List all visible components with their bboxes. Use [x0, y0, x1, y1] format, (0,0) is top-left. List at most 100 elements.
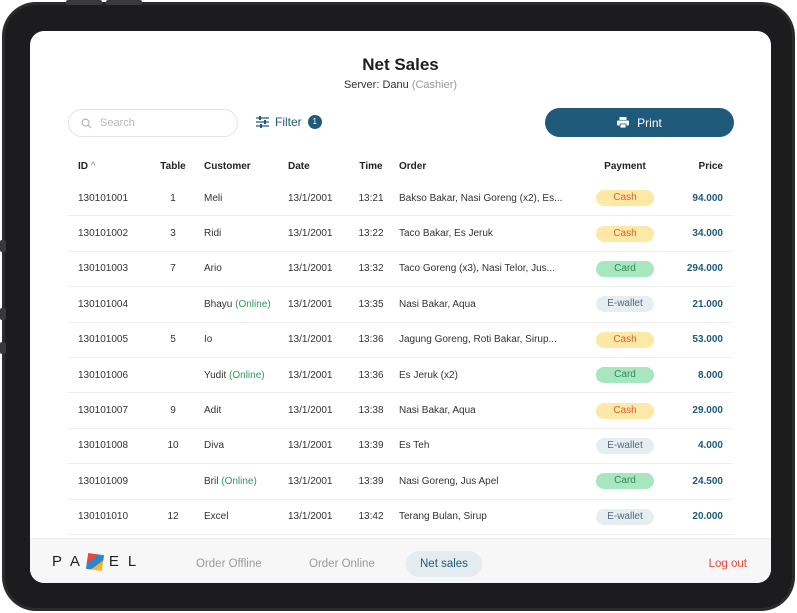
table-row[interactable]: 130101008 10 Diva 13/1/2001 13:39 Es Teh E-wa…	[68, 429, 733, 465]
tablet-side-button	[0, 308, 6, 320]
customer-name: Ridi	[204, 228, 222, 240]
customer-name: Io	[204, 334, 213, 346]
table-row[interactable]: 130101001 1 Meli 13/1/2001 13:21 Bakso Bakar…	[68, 181, 733, 217]
server-role: (Cashier)	[411, 79, 458, 91]
customer-name: Diva	[204, 440, 225, 452]
cell-customer: Excel	[196, 511, 288, 522]
table-row[interactable]: 130101006 Yudit (Online) 13/1/2001 13:36 Es …	[68, 358, 733, 394]
cell-payment: Card	[581, 367, 669, 384]
cell-price: 20.000	[692, 511, 723, 523]
cell-table: 5	[170, 334, 176, 346]
print-label: Print	[637, 115, 662, 130]
search-icon	[81, 118, 92, 129]
payment-badge: Cash	[596, 331, 654, 348]
bottom-nav-bar: PA EL Order Offline Order Online Net sal…	[30, 538, 771, 583]
logo-text-left: PA	[52, 553, 89, 570]
table-row[interactable]: 130101005 5 Io 13/1/2001 13:36 Jagung Goreng…	[68, 323, 733, 358]
table-body: 130101001 1 Meli 13/1/2001 13:21 Bakso Bakar…	[68, 181, 733, 535]
cell-table: 1	[170, 192, 176, 204]
cell-date: 13/1/2001	[288, 263, 333, 275]
customer-name: Bhayu	[204, 298, 233, 310]
cell-customer: Io	[196, 334, 288, 345]
tablet-side-button	[0, 240, 6, 252]
cell-table: 3	[170, 228, 176, 240]
print-button[interactable]: Print	[545, 108, 734, 137]
cell-date: 13/1/2001	[288, 192, 333, 204]
cell-price: 53.000	[692, 334, 723, 346]
cell-id: 130101001	[78, 192, 129, 204]
cell-price: 34.000	[692, 228, 723, 240]
filter-button[interactable]: Filter 1	[256, 115, 322, 129]
customer-name: Adit	[204, 405, 222, 417]
table-row[interactable]: 130101010 12 Excel 13/1/2001 13:42 Terang Bu…	[68, 500, 733, 535]
cell-payment: E-wallet	[581, 296, 669, 313]
cell-id: 130101010	[78, 511, 129, 523]
payment-badge: Cash	[596, 402, 654, 419]
online-tag: (Online)	[235, 298, 271, 310]
customer-name: Bril	[204, 475, 219, 487]
cell-table: 7	[170, 263, 176, 275]
cell-date: 13/1/2001	[288, 440, 333, 452]
cell-payment: Cash	[581, 225, 669, 242]
cell-price: 24.500	[692, 475, 723, 487]
cell-price: 294.000	[686, 263, 723, 275]
column-header-time: Time	[359, 160, 383, 172]
table-row[interactable]: 130101004 Bhayu (Online) 13/1/2001 13:35 Nas…	[68, 287, 733, 323]
payment-badge: Cash	[596, 225, 654, 242]
cell-order: Es Teh	[399, 440, 430, 452]
online-tag: (Online)	[221, 475, 257, 487]
cell-time: 13:36	[358, 369, 384, 381]
payment-badge: Cash	[596, 190, 654, 207]
nav-order-offline[interactable]: Order Offline	[182, 551, 276, 577]
cell-payment: E-wallet	[581, 508, 669, 525]
cell-time: 13:39	[358, 440, 384, 452]
search-input[interactable]	[98, 116, 232, 130]
nav-net-sales[interactable]: Net sales	[406, 551, 482, 577]
cell-payment: Card	[581, 473, 669, 490]
tablet-top-button	[66, 0, 102, 5]
search-box[interactable]	[68, 109, 238, 137]
column-header-id[interactable]: ID ^	[68, 161, 150, 172]
cell-time: 13:38	[358, 405, 384, 417]
table-row[interactable]: 130101002 3 Ridi 13/1/2001 13:22 Taco Bakar,…	[68, 216, 733, 252]
cell-id: 130101004	[78, 298, 129, 310]
cell-customer: Yudit (Online)	[196, 370, 288, 381]
filter-count-badge: 1	[307, 115, 322, 129]
cell-price: 21.000	[692, 298, 723, 310]
sliders-icon	[256, 116, 269, 128]
app-screen: Net Sales Server: Danu (Cashier) Filter …	[30, 31, 771, 583]
cell-time: 13:21	[358, 192, 384, 204]
cell-customer: Ario	[196, 263, 288, 274]
cell-time: 13:32	[358, 263, 384, 275]
cell-order: Es Jeruk (x2)	[399, 369, 458, 381]
cell-payment: Cash	[581, 190, 669, 207]
cell-id: 130101005	[78, 334, 129, 346]
table-row[interactable]: 130101003 7 Ario 13/1/2001 13:32 Taco Goreng…	[68, 252, 733, 288]
cell-date: 13/1/2001	[288, 228, 333, 240]
online-tag: (Online)	[229, 369, 265, 381]
customer-name: Meli	[204, 192, 223, 204]
customer-name: Ario	[204, 263, 222, 275]
column-header-customer: Customer	[204, 160, 251, 172]
printer-icon	[617, 117, 630, 128]
sales-table: ID ^ Table Customer Date Time Order Paym…	[68, 151, 733, 535]
table-row[interactable]: 130101009 Bril (Online) 13/1/2001 13:39 Nasi…	[68, 464, 733, 500]
table-row[interactable]: 130101007 9 Adit 13/1/2001 13:38 Nasi Bakar,…	[68, 393, 733, 429]
page-title: Net Sales	[362, 55, 439, 74]
cell-table: 12	[167, 511, 179, 523]
cell-customer: Bril (Online)	[196, 476, 288, 487]
cell-customer: Bhayu (Online)	[196, 299, 288, 310]
cell-id: 130101008	[78, 440, 129, 452]
nav-order-online[interactable]: Order Online	[295, 551, 389, 577]
cell-order: Bakso Bakar, Nasi Goreng (x2), Es...	[399, 192, 563, 204]
cell-time: 13:42	[358, 511, 384, 523]
sort-ascending-icon: ^	[90, 160, 96, 172]
logo-mark-icon	[85, 552, 104, 571]
logout-button[interactable]: Log out	[709, 551, 747, 577]
cell-price: 4.000	[697, 440, 723, 452]
cell-id: 130101002	[78, 228, 129, 240]
cell-payment: Cash	[581, 402, 669, 419]
column-header-table: Table	[160, 160, 186, 172]
cell-payment: Cash	[581, 331, 669, 348]
cell-id: 130101009	[78, 475, 129, 487]
